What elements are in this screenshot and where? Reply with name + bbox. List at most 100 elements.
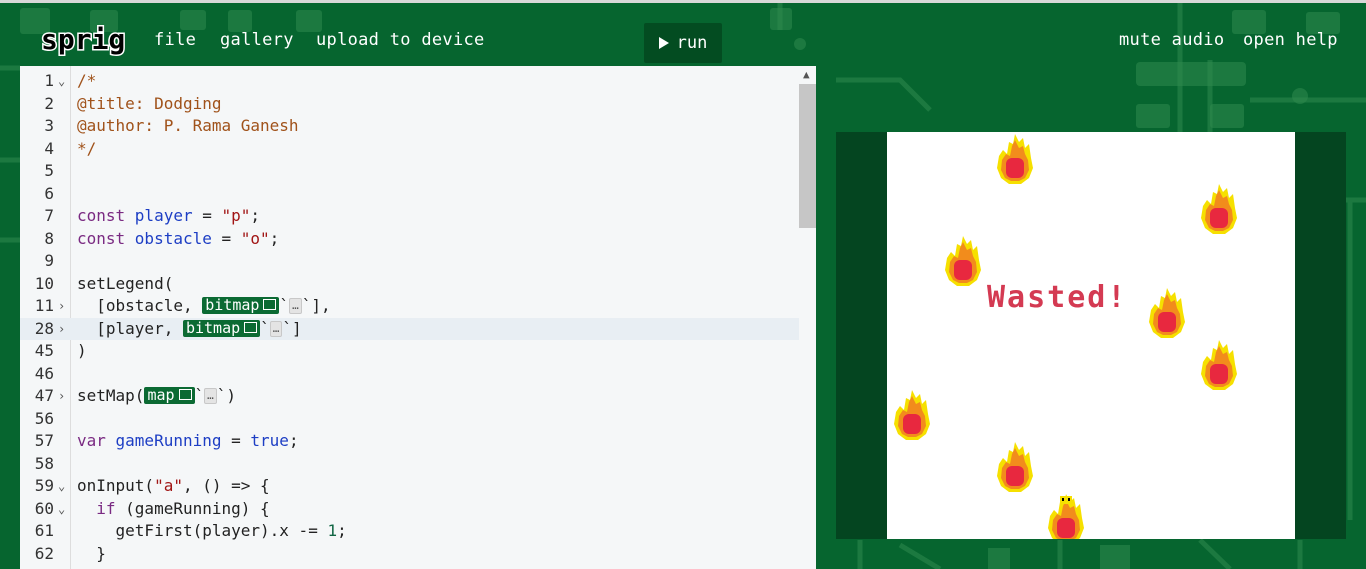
map-icon [178, 389, 192, 400]
code-line[interactable]: 28 › [player, bitmap `… `] [20, 317, 800, 341]
code-text: [player, bitmap `… `] [77, 318, 302, 338]
line-number: 8 [44, 228, 54, 248]
code-line[interactable]: 11 › [obstacle, bitmap `… `], [20, 295, 800, 318]
code-line[interactable]: 10 setLegend( [20, 273, 800, 296]
play-icon [658, 37, 669, 49]
fold-open-icon[interactable]: ⌄ [58, 70, 68, 93]
code-text: }); [77, 565, 106, 569]
map-editor-button[interactable]: map [144, 387, 195, 404]
file-menu[interactable]: file [154, 30, 196, 50]
code-line[interactable]: 5 [20, 160, 800, 183]
line-number: 45 [34, 341, 54, 360]
code-text: getFirst(player).x -= 1; [77, 521, 347, 540]
code-text: /* [77, 71, 97, 90]
fold-closed-icon[interactable]: › [58, 295, 68, 318]
code-line[interactable]: 47 › setMap(map `… `) [20, 385, 800, 408]
fireball-3-sprite [945, 236, 981, 286]
bitmap-editor-button[interactable]: bitmap [202, 297, 280, 314]
editor-scrollbar[interactable]: ▲ [799, 66, 816, 569]
code-line[interactable]: 3 @author: P. Rama Ganesh [20, 115, 800, 138]
run-label: run [676, 33, 708, 53]
code-text: @author: P. Rama Ganesh [77, 116, 299, 135]
line-number: 58 [34, 453, 54, 473]
gallery-link[interactable]: gallery [220, 30, 294, 50]
code-text: } [77, 543, 106, 563]
bitmap-editor-button[interactable]: bitmap [182, 319, 261, 337]
fireball-7-sprite [997, 442, 1033, 492]
fireball-6-sprite [894, 390, 930, 440]
image-icon [244, 321, 258, 333]
code-editor[interactable]: 1 ⌄/* 2 @title: Dodging 3 @author: P. Rama Ga… [20, 66, 816, 569]
code-text: if (gameRunning) { [77, 498, 270, 518]
code-line[interactable]: 2 @title: Dodging [20, 93, 800, 116]
code-text: setMap(map `… `) [77, 386, 237, 405]
code-line[interactable]: 62 } [20, 543, 800, 566]
folded-content-placeholder[interactable]: … [269, 320, 283, 337]
player-under-fireball-sprite [1048, 494, 1084, 539]
line-number: 2 [44, 93, 54, 113]
line-number: 3 [44, 116, 54, 135]
code-text: setLegend( [77, 273, 174, 293]
line-number: 59 [34, 476, 54, 495]
fold-open-icon[interactable]: ⌄ [58, 498, 68, 521]
fireball-2-sprite [1201, 184, 1237, 234]
code-text: var gameRunning = true; [77, 431, 299, 450]
line-number: 61 [34, 521, 54, 540]
code-line[interactable]: 61 getFirst(player).x -= 1; [20, 520, 800, 543]
fold-closed-icon[interactable]: › [58, 318, 68, 341]
fold-closed-icon[interactable]: › [58, 385, 68, 408]
image-icon [263, 299, 277, 310]
top-border [0, 0, 1366, 3]
code-text: const player = "p"; [77, 206, 261, 225]
run-button[interactable]: run [644, 23, 722, 63]
line-number: 10 [34, 273, 54, 293]
line-number: 4 [44, 138, 54, 158]
code-line[interactable]: 56 [20, 408, 800, 431]
line-number: 1 [44, 71, 54, 90]
line-number: 63 [20, 565, 54, 569]
code-text: [obstacle, bitmap `… `], [77, 296, 331, 315]
code-line[interactable]: 46 [20, 363, 800, 386]
svg-text:sprig: sprig [41, 23, 125, 56]
code-line[interactable]: 57 var gameRunning = true; [20, 430, 800, 453]
game-over-message: Wasted! [987, 280, 1128, 315]
code-line[interactable]: 59 ⌄ onInput("a", () => { [20, 475, 800, 498]
game-preview-panel: Wasted! [836, 132, 1346, 539]
code-text: */ [77, 138, 97, 158]
code-line[interactable]: 63}); [20, 565, 800, 569]
code-line[interactable]: 6 [20, 183, 800, 206]
code-line[interactable]: 58 [20, 453, 800, 476]
folded-content-placeholder[interactable]: … [289, 298, 302, 314]
line-number: 62 [34, 543, 54, 563]
line-number: 7 [44, 206, 54, 225]
code-line[interactable]: 8 const obstacle = "o"; [20, 228, 800, 251]
game-screen[interactable]: Wasted! [887, 132, 1295, 539]
code-text: const obstacle = "o"; [77, 228, 280, 248]
sprig-logo[interactable]: sprig [40, 22, 128, 60]
code-line[interactable]: 1 ⌄ /* [20, 70, 800, 93]
line-number: 11 [34, 296, 54, 315]
open-help-button[interactable]: open help [1243, 30, 1338, 50]
folded-content-placeholder[interactable]: … [204, 388, 217, 404]
line-number: 56 [34, 408, 54, 428]
scroll-up-icon[interactable]: ▲ [803, 68, 810, 81]
line-number: 6 [44, 183, 54, 203]
line-number: 5 [44, 161, 54, 180]
code-text: @title: Dodging [77, 93, 222, 113]
code-line[interactable]: 45) [20, 340, 800, 363]
fireball-4-sprite [1149, 288, 1185, 338]
code-text: onInput("a", () => { [77, 476, 270, 495]
line-number: 57 [34, 431, 54, 450]
upload-to-device-button[interactable]: upload to device [316, 30, 485, 50]
code-line[interactable]: 4 */ [20, 138, 800, 161]
line-number: 46 [34, 363, 54, 383]
code-line[interactable]: 60 ⌄ if (gameRunning) { [20, 498, 800, 521]
code-text: ) [77, 341, 87, 360]
fold-open-icon[interactable]: ⌄ [58, 475, 68, 498]
code-line[interactable]: 7 const player = "p"; [20, 205, 800, 228]
scrollbar-thumb[interactable] [799, 84, 816, 228]
fireball-1-sprite [997, 134, 1033, 184]
code-line[interactable]: 9 [20, 250, 800, 273]
mute-audio-button[interactable]: mute audio [1119, 30, 1224, 50]
line-number: 60 [34, 498, 54, 518]
